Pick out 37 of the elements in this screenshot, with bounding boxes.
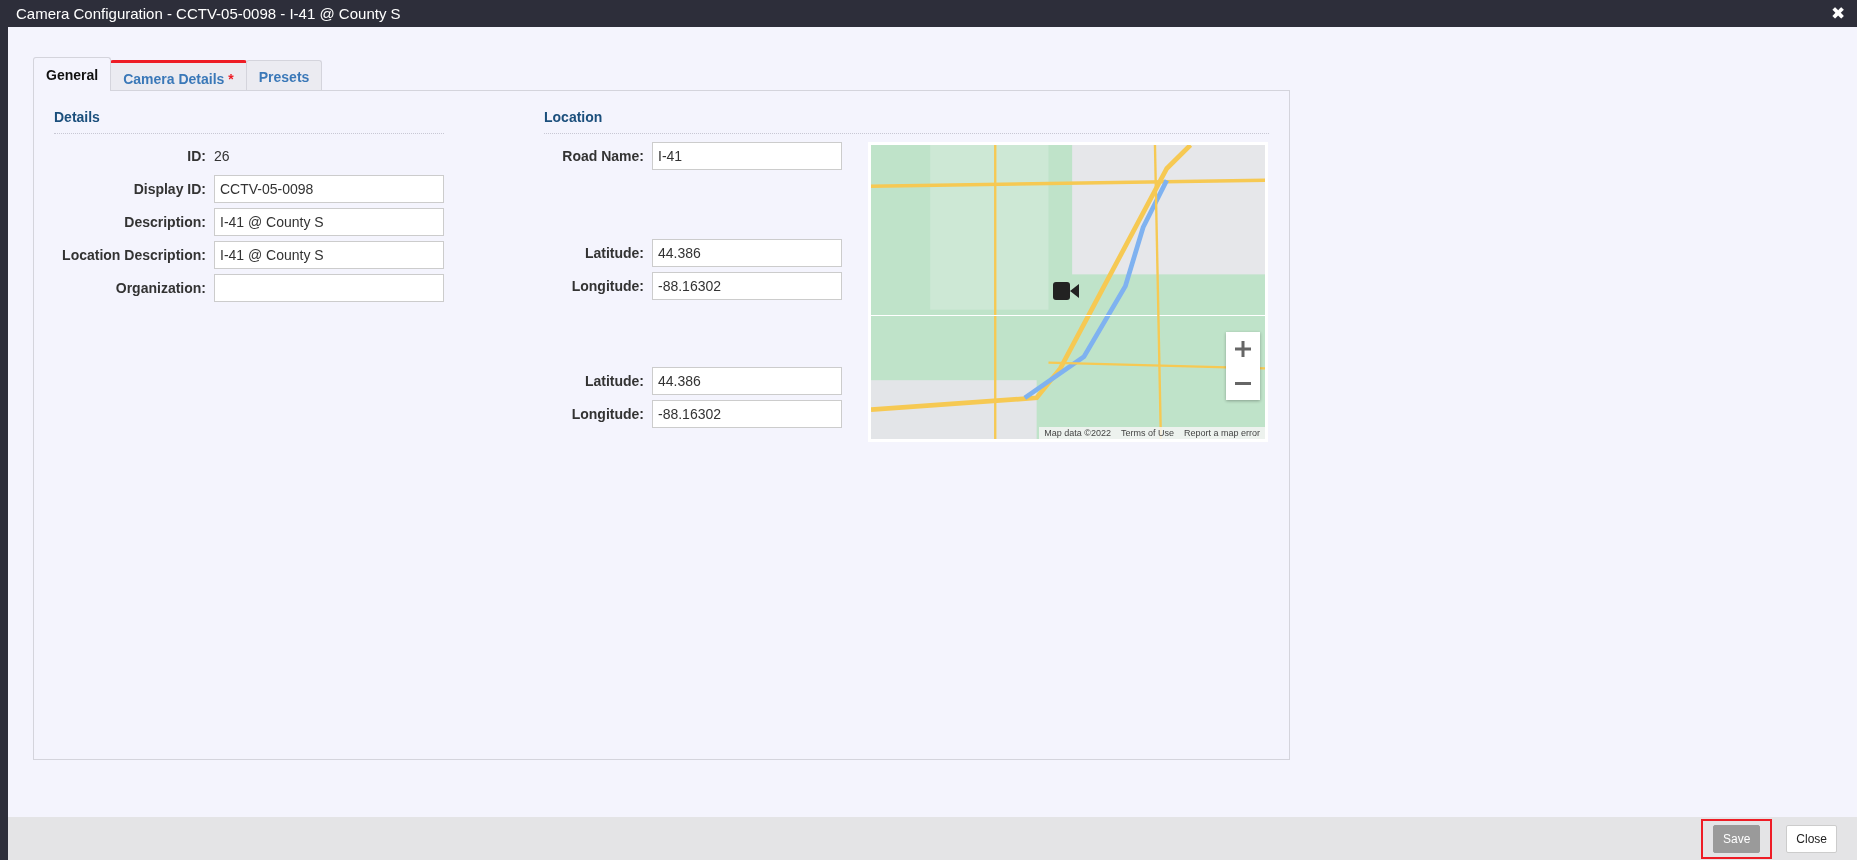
- input-field[interactable]: -88.16302: [652, 272, 842, 300]
- input-field[interactable]: 44.386: [652, 367, 842, 395]
- section-heading: Details: [54, 109, 101, 127]
- field-label: Latitude:: [583, 245, 644, 261]
- tab[interactable]: Presets: [245, 60, 323, 90]
- window-title: Camera Configuration - CCTV-05-0098 - I-41 @ County S: [16, 5, 401, 22]
- input-field[interactable]: I-41 @ County S: [214, 208, 444, 236]
- field-label: Latitude:: [583, 373, 644, 389]
- footer-button[interactable]: Close: [1786, 824, 1837, 853]
- close-button[interactable]: ✖: [1831, 3, 1845, 24]
- input-field[interactable]: I-41: [652, 142, 842, 170]
- field-label: Description:: [123, 214, 206, 230]
- section-heading: Location: [544, 109, 604, 127]
- field-label: Longitude:: [570, 278, 644, 294]
- field-label: Organization:: [114, 280, 206, 296]
- map-attribution-link[interactable]: Terms of Use: [1120, 428, 1174, 438]
- map-attribution-link[interactable]: Map data ©2022: [1044, 428, 1111, 438]
- zoom-out-button[interactable]: [1226, 366, 1260, 400]
- input-field[interactable]: [214, 274, 444, 302]
- input-field[interactable]: CCTV-05-0098: [214, 175, 444, 203]
- input-field[interactable]: -88.16302: [652, 400, 842, 428]
- plus-icon: [1234, 340, 1252, 358]
- input-field[interactable]: 44.386: [652, 239, 842, 267]
- minus-icon: [1234, 381, 1252, 385]
- field-value: 26: [214, 148, 230, 164]
- video-camera-icon: [1053, 282, 1079, 300]
- zoom-in-button[interactable]: [1226, 332, 1260, 366]
- field-label: ID:: [186, 148, 206, 164]
- field-label: Display ID:: [132, 181, 206, 197]
- required-marker: *: [228, 71, 234, 87]
- map-attribution-link[interactable]: Report a map error: [1183, 428, 1260, 438]
- field-label: Longitude:: [570, 406, 644, 422]
- field-label: Location Description:: [61, 247, 206, 263]
- tab[interactable]: Camera Details *: [110, 60, 247, 90]
- tab[interactable]: General: [33, 57, 112, 91]
- input-field[interactable]: I-41 @ County S: [214, 241, 444, 269]
- field-label: Road Name:: [561, 148, 644, 164]
